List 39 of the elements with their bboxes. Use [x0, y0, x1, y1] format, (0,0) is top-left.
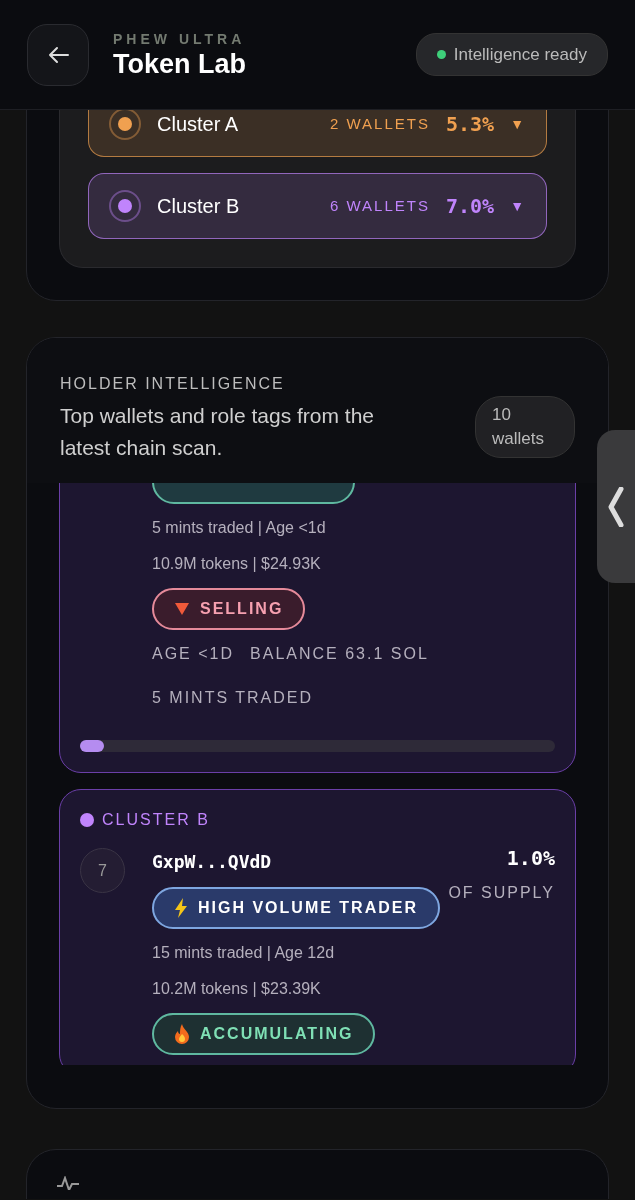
- section-heading: HOLDER INTELLIGENCE: [60, 374, 286, 394]
- cluster-name: Cluster A: [157, 112, 240, 137]
- cluster-row[interactable]: Cluster B 6 WALLETS 7.0% ▼: [88, 173, 547, 239]
- wallet-count-pill: 10 wallets: [475, 396, 575, 458]
- wallet-address: GxpW...QVdD: [152, 850, 272, 874]
- lightning-icon: [174, 898, 188, 918]
- supply-label: OF SUPPLY: [448, 883, 555, 903]
- app-name: PHEW ULTRA: [113, 30, 247, 50]
- caret-icon: ▼: [510, 195, 524, 217]
- flame-icon: [174, 1024, 190, 1044]
- side-handle[interactable]: [597, 430, 635, 583]
- cluster-share: 7.0%: [445, 193, 495, 220]
- caret-icon: ▼: [510, 113, 524, 135]
- cluster-row[interactable]: Cluster A 2 WALLETS 5.3% ▼: [88, 110, 547, 157]
- supply-share: 1.0%: [505, 845, 555, 872]
- wallet-count: 6 WALLETS: [330, 195, 430, 216]
- back-arrow-icon: [47, 45, 69, 64]
- cluster-share: 5.3%: [445, 111, 495, 138]
- status-label: Intelligence ready: [453, 43, 587, 66]
- role-tag: HIGH VOLUME TRADER: [152, 887, 440, 929]
- page-title: Token Lab: [113, 50, 247, 80]
- balance-label: BALANCE 63.1 SOL: [250, 644, 429, 664]
- age-label: AGE <1D: [152, 644, 235, 664]
- trade-stats: 15 mints traded | Age 12d: [152, 943, 336, 963]
- token-holding: 10.9M tokens | $24.93K: [152, 554, 322, 574]
- chevron-left-icon: [608, 486, 624, 527]
- section-description: Top wallets and role tags from the latest chain scan.: [60, 403, 375, 461]
- back-button[interactable]: [27, 23, 89, 86]
- pulse-icon: [57, 1176, 79, 1190]
- cluster-label: CLUSTER B: [102, 810, 210, 830]
- trade-stats: 5 mints traded | Age <1d: [152, 518, 327, 538]
- token-holding: 10.2M tokens | $23.39K: [152, 979, 322, 999]
- cluster-name: Cluster B: [157, 194, 241, 219]
- role-tag: SELLING: [152, 588, 306, 630]
- mints-label: 5 MINTS TRADED: [152, 688, 315, 708]
- rank-badge: 7: [80, 848, 125, 893]
- down-triangle-icon: [174, 602, 190, 616]
- role-tag: ACCUMULATING: [152, 1013, 376, 1055]
- wallet-count: 2 WALLETS: [330, 113, 430, 134]
